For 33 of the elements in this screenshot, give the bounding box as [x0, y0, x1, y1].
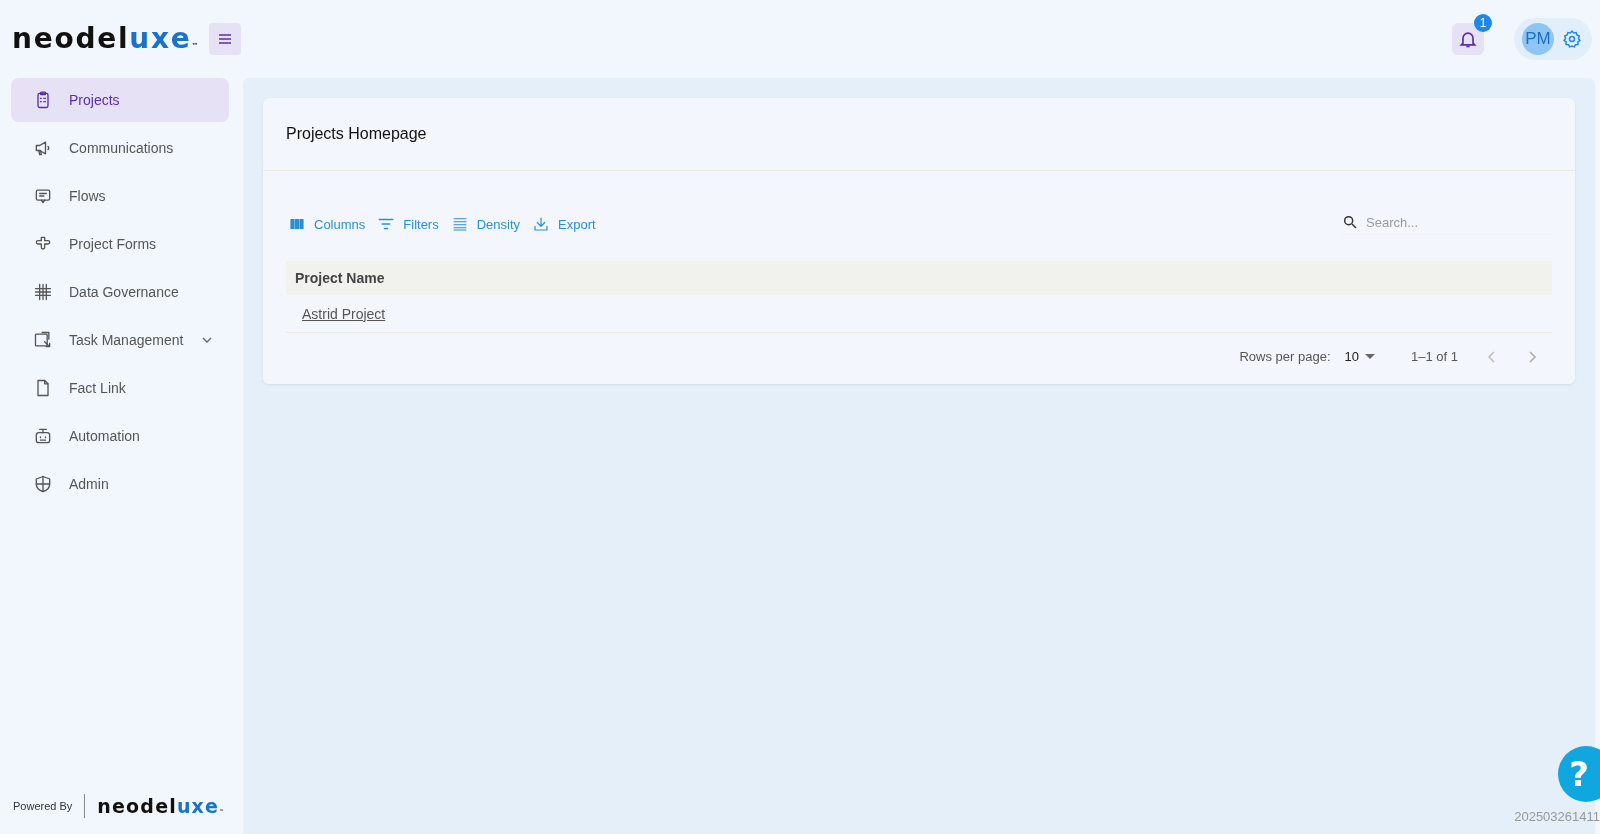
sidebar-item[interactable]: Flows — [11, 174, 229, 218]
sidebar-item[interactable]: Fact Link — [11, 366, 229, 410]
page-range: 1–1 of 1 — [1411, 349, 1458, 364]
menu-button[interactable] — [208, 23, 241, 55]
next-page-icon[interactable] — [1526, 350, 1538, 363]
sidebar-item[interactable]: Automation — [11, 414, 229, 458]
search-field[interactable]: Search... — [1364, 213, 1548, 231]
sidebar-item[interactable]: Data Governance — [11, 270, 229, 314]
export-icon — [532, 215, 551, 233]
settings-icon[interactable] — [1562, 29, 1582, 49]
bell-icon — [1458, 29, 1478, 49]
card-title: Projects Homepage — [286, 125, 427, 142]
sidebar-item[interactable]: Communications — [11, 126, 229, 170]
column-header[interactable]: Project Name — [286, 261, 1552, 295]
sidebar-item[interactable]: Task Management — [11, 318, 229, 362]
rows-per-page-select[interactable]: 10 — [1344, 349, 1375, 364]
menu-icon — [216, 31, 233, 47]
previous-page-icon[interactable] — [1486, 350, 1498, 363]
sidebar-item[interactable]: Project Forms — [11, 222, 229, 266]
search-icon — [1342, 214, 1358, 230]
powered-by-label: Powered By — [13, 800, 73, 812]
rows-per-page-label: Rows per page: — [1239, 349, 1331, 364]
sidebar-item[interactable]: Projects — [11, 78, 229, 122]
task-icon — [33, 330, 53, 350]
shield-icon — [33, 474, 53, 494]
sidebar-item[interactable]: Admin — [11, 462, 229, 506]
project-link[interactable]: Astrid Project — [302, 305, 386, 322]
robot-icon — [33, 426, 53, 446]
version-label: 202503261411 — [1514, 809, 1600, 824]
density-icon — [450, 215, 469, 233]
dropdown-caret-icon — [1365, 353, 1375, 360]
notification-badge: 1 — [1474, 14, 1492, 32]
grid-icon — [33, 282, 53, 302]
